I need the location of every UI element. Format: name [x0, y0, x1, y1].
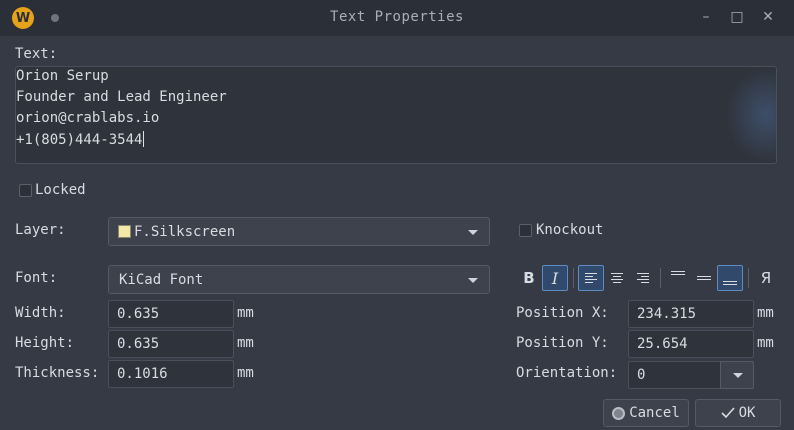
height-unit: mm — [237, 335, 254, 351]
valign-center-button[interactable] — [691, 265, 717, 291]
locked-label: Locked — [35, 182, 86, 198]
ok-label: OK — [738, 405, 756, 421]
minimize-icon[interactable]: – — [696, 7, 716, 27]
font-value: KiCad Font — [119, 272, 204, 288]
ok-button[interactable]: OK — [695, 399, 781, 427]
text-input[interactable]: Orion Serup Founder and Lead Engineer or… — [15, 66, 777, 164]
valign-bottom-icon — [723, 270, 737, 286]
height-value: 0.635 — [117, 336, 160, 352]
text-line: Orion Serup — [16, 68, 109, 84]
text-area-glow — [726, 67, 776, 163]
window-title: Text Properties — [330, 9, 464, 25]
position-x-field[interactable]: 234.315 — [628, 300, 754, 328]
width-value: 0.635 — [117, 306, 160, 322]
valign-bottom-button[interactable] — [717, 265, 743, 291]
position-y-value: 25.654 — [637, 336, 688, 352]
position-y-label: Position Y: — [516, 335, 609, 351]
toolbar-separator — [660, 268, 661, 288]
valign-top-icon — [671, 270, 685, 286]
height-field[interactable]: 0.635 — [108, 330, 234, 358]
mirror-button[interactable]: Я — [753, 265, 779, 291]
chevron-down-icon — [468, 278, 478, 283]
thickness-unit: mm — [237, 365, 254, 381]
thickness-label: Thickness: — [15, 365, 100, 381]
valign-top-button[interactable] — [665, 265, 691, 291]
chevron-down-icon — [468, 230, 478, 235]
position-y-unit: mm — [757, 335, 774, 351]
orientation-value: 0 — [637, 367, 646, 383]
layer-select[interactable]: F.Silkscreen — [108, 217, 490, 246]
width-unit: mm — [237, 305, 254, 321]
width-label: Width: — [15, 305, 66, 321]
width-field[interactable]: 0.635 — [108, 300, 234, 328]
knockout-label: Knockout — [536, 222, 604, 238]
maximize-icon[interactable]: □ — [727, 7, 747, 27]
cancel-button[interactable]: Cancel — [603, 399, 689, 427]
text-line: +1(805)444-3544 — [16, 131, 145, 148]
title-bar: W Text Properties – □ ✕ — [0, 0, 794, 36]
toolbar-separator — [573, 268, 574, 288]
position-x-unit: mm — [757, 305, 774, 321]
align-center-icon — [611, 273, 623, 283]
align-right-button[interactable] — [630, 265, 656, 291]
text-line: Founder and Lead Engineer — [16, 89, 227, 105]
position-y-field[interactable]: 25.654 — [628, 330, 754, 358]
chevron-down-icon — [733, 373, 743, 378]
height-label: Height: — [15, 335, 75, 351]
locked-checkbox[interactable] — [19, 184, 32, 197]
valign-center-icon — [697, 270, 711, 286]
align-left-button[interactable] — [578, 265, 604, 291]
align-left-icon — [585, 273, 597, 283]
cancel-icon — [612, 406, 626, 420]
text-label: Text: — [15, 46, 58, 62]
bold-button[interactable]: B — [516, 265, 542, 291]
text-line: orion@crablabs.io — [16, 110, 160, 126]
layer-color-swatch — [118, 225, 131, 238]
toolbar-separator — [748, 268, 749, 288]
close-icon[interactable]: ✕ — [758, 7, 778, 27]
font-label: Font: — [15, 270, 58, 286]
orientation-dropdown[interactable] — [720, 361, 754, 389]
position-x-value: 234.315 — [637, 306, 697, 322]
thickness-field[interactable]: 0.1016 — [108, 360, 234, 388]
orientation-field[interactable]: 0 — [628, 361, 721, 389]
thickness-value: 0.1016 — [117, 366, 168, 382]
align-center-button[interactable] — [604, 265, 630, 291]
text-caret — [143, 131, 145, 147]
align-right-icon — [637, 273, 649, 283]
orientation-label: Orientation: — [516, 365, 618, 381]
layer-value: F.Silkscreen — [134, 224, 236, 240]
font-select[interactable]: KiCad Font — [108, 265, 490, 294]
position-x-label: Position X: — [516, 305, 609, 321]
italic-button[interactable]: I — [542, 265, 568, 291]
layer-label: Layer: — [15, 222, 66, 238]
check-icon — [720, 407, 735, 419]
cancel-label: Cancel — [629, 405, 680, 421]
knockout-checkbox[interactable] — [519, 224, 532, 237]
